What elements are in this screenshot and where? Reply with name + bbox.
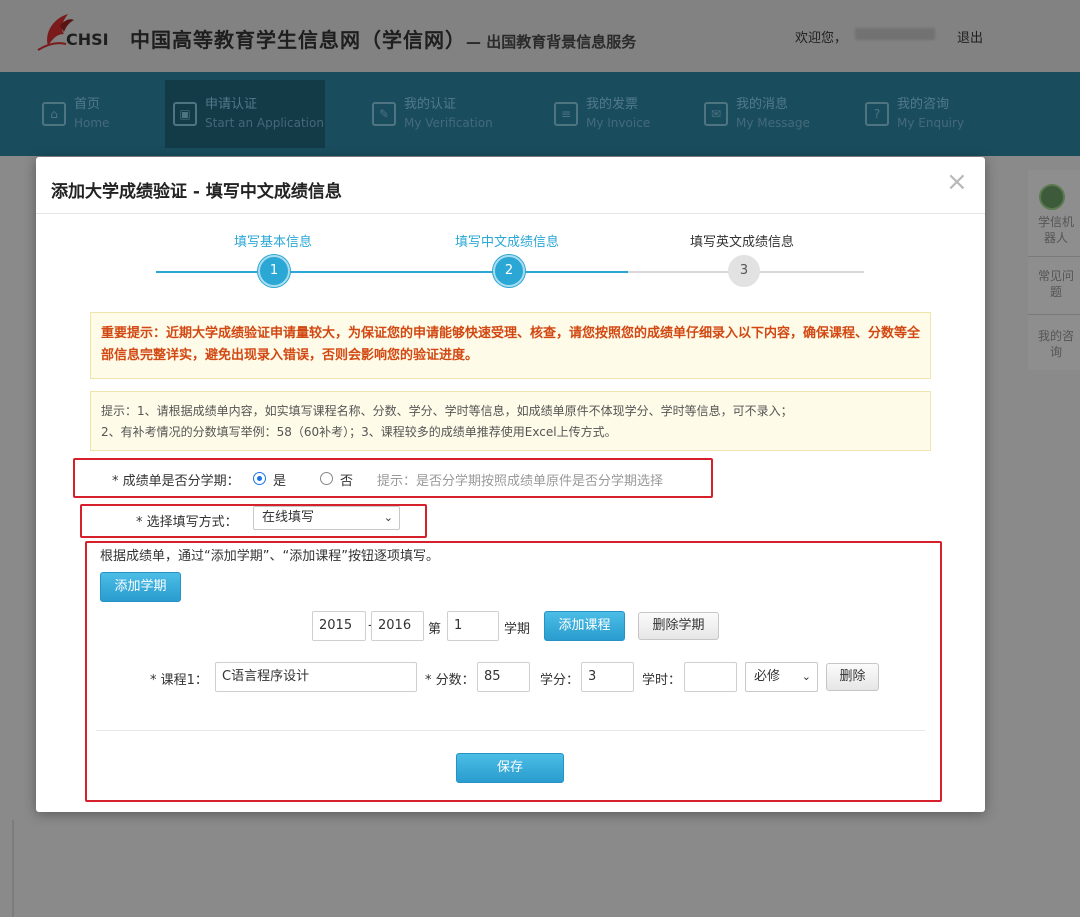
message-icon: ✉ [704, 102, 728, 126]
step-1-label: 填写基本信息 [234, 235, 313, 250]
verification-icon: ✎ [372, 102, 396, 126]
semester-hint: 提示：是否分学期按照成绩单原件是否分学期选择 [377, 474, 664, 489]
add-course-button[interactable]: 添加课程 [544, 611, 625, 641]
step-1-circle: 1 [258, 255, 290, 287]
nav-my-invoice-en: My Invoice [586, 116, 651, 130]
close-icon[interactable]: × [946, 167, 968, 197]
delete-course-button[interactable]: 删除 [826, 663, 879, 691]
rp-faq[interactable]: 常见问题 [1034, 268, 1078, 300]
tips-line-2: 2、有补考情况的分数填写举例：58（60补考）；3、课程较多的成绩单推荐使用Ex… [101, 425, 617, 439]
add-score-modal: 添加大学成绩验证 - 填写中文成绩信息 × 填写基本信息 填写中文成绩信息 填写… [36, 157, 985, 812]
form-divider [96, 730, 925, 731]
nav-my-invoice[interactable]: ≡ 我的发票 My Invoice [554, 80, 650, 148]
site-subtitle: — 出国教育背景信息服务 [466, 33, 637, 51]
course-type-select[interactable]: 必修 ⌄ [745, 662, 818, 692]
entry-instruction: 根据成绩单，通过“添加学期”、“添加课程”按钮逐项填写。 [100, 549, 439, 564]
credit-label: 学分： [540, 673, 580, 688]
nav-home-zh: 首页 [74, 97, 101, 112]
save-button[interactable]: 保存 [456, 753, 564, 783]
delete-semester-button[interactable]: 删除学期 [638, 612, 719, 640]
step-progress-line [156, 271, 628, 273]
score-input[interactable]: 85 [477, 662, 530, 692]
nav-my-enquiry-zh: 我的咨询 [897, 97, 950, 112]
robot-avatar-icon [1039, 184, 1065, 210]
term-suffix: 学期 [504, 622, 531, 637]
site-title-main: 中国高等教育学生信息网（学信网） [130, 28, 466, 52]
semester-no-label[interactable]: 否 [340, 470, 353, 489]
step-3-circle: 3 [728, 255, 760, 287]
semester-no-radio[interactable] [320, 472, 333, 485]
year-end-input[interactable]: 2016 [371, 611, 424, 641]
enquiry-icon: ? [865, 102, 889, 126]
nav-my-verification[interactable]: ✎ 我的认证 My Verification [372, 80, 493, 148]
nav-my-message-en: My Message [736, 116, 810, 130]
site-title: 中国高等教育学生信息网（学信网）— 出国教育背景信息服务 [130, 24, 636, 53]
tips-box: 提示：1、请根据成绩单内容，如实填写课程名称、分数、学分、学时等信息，如成绩单原… [90, 391, 931, 451]
nav-my-enquiry-en: My Enquiry [897, 116, 965, 130]
term-prefix: 第 [428, 622, 442, 637]
application-icon: ▣ [173, 102, 197, 126]
chevron-down-icon: ⌄ [801, 670, 811, 683]
semester-yes-radio[interactable] [253, 472, 266, 485]
tips-line-1: 提示：1、请根据成绩单内容，如实填写课程名称、分数、学分、学时等信息，如成绩单原… [101, 404, 793, 418]
rp-divider [1028, 314, 1080, 315]
rp-enquiry[interactable]: 我的咨询 [1034, 328, 1078, 360]
modal-title: 添加大学成绩验证 - 填写中文成绩信息 [51, 182, 342, 202]
chevron-down-icon: ⌄ [383, 511, 393, 524]
nav-start-application[interactable]: ▣ 申请认证 Start an Application [165, 80, 325, 148]
important-notice: 重要提示：近期大学成绩验证申请量较大，为保证您的申请能够快速受理、核查，请您按照… [90, 312, 931, 379]
welcome-text: 欢迎您， [795, 31, 848, 46]
method-select-value: 在线填写 [262, 510, 315, 525]
invoice-icon: ≡ [554, 102, 578, 126]
score-label: * 分数： [425, 673, 475, 688]
main-nav: ⌂ 首页 Home ▣ 申请认证 Start an Application ✎ 我的… [0, 72, 1080, 156]
home-icon: ⌂ [42, 102, 66, 126]
method-label: * 选择填写方式： [136, 515, 238, 530]
nav-my-verification-en: My Verification [404, 116, 493, 130]
nav-my-enquiry[interactable]: ? 我的咨询 My Enquiry [865, 80, 964, 148]
right-side-panel: 学信机器人 常见问题 我的咨询 [1028, 170, 1080, 370]
modal-divider [36, 213, 985, 214]
logout-link[interactable]: 退出 [957, 27, 983, 46]
nav-home[interactable]: ⌂ 首页 Home [42, 80, 109, 148]
method-select[interactable]: 在线填写 ⌄ [253, 506, 400, 530]
hours-input[interactable] [684, 662, 737, 692]
nav-my-verification-zh: 我的认证 [404, 97, 457, 112]
credit-input[interactable]: 3 [581, 662, 634, 692]
year-start-input[interactable]: 2015 [312, 611, 366, 641]
course-type-value: 必修 [754, 669, 781, 684]
username-redacted [855, 28, 935, 40]
logo-text: CHSI [66, 30, 109, 49]
semester-yes-label[interactable]: 是 [273, 470, 286, 489]
step-2-circle: 2 [493, 255, 525, 287]
add-semester-button[interactable]: 添加学期 [100, 572, 181, 602]
nav-start-application-en: Start an Application [205, 116, 324, 130]
site-header: CHSI 中国高等教育学生信息网（学信网）— 出国教育背景信息服务 欢迎您， 退… [0, 0, 1080, 72]
term-number-input[interactable]: 1 [447, 611, 499, 641]
nav-my-message[interactable]: ✉ 我的消息 My Message [704, 80, 810, 148]
course-name-input[interactable]: C语言程序设计 [215, 662, 417, 692]
course-1-label: * 课程1： [150, 673, 208, 688]
nav-home-en: Home [74, 116, 110, 130]
nav-my-invoice-zh: 我的发票 [586, 97, 639, 112]
semester-question-label: * 成绩单是否分学期： [112, 474, 240, 489]
step-2-label: 填写中文成绩信息 [455, 235, 560, 250]
step-3-label: 填写英文成绩信息 [690, 235, 795, 250]
nav-start-application-zh: 申请认证 [205, 97, 258, 112]
background-edge [12, 820, 14, 917]
hours-label: 学时： [642, 673, 682, 688]
rp-divider [1028, 256, 1080, 257]
nav-my-message-zh: 我的消息 [736, 97, 789, 112]
rp-robot[interactable]: 学信机器人 [1034, 214, 1078, 246]
